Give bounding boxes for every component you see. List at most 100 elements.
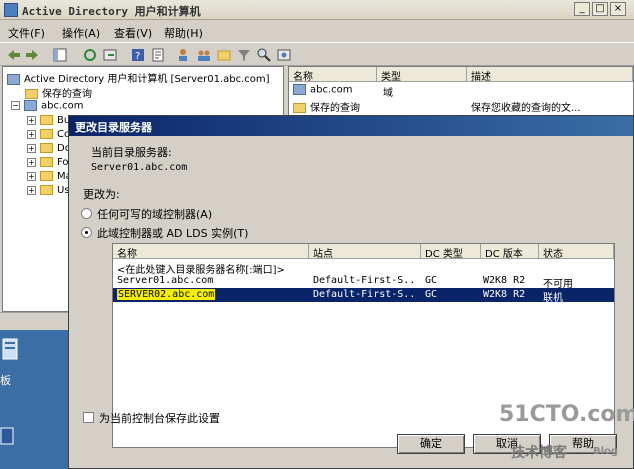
save-setting-checkbox[interactable] — [83, 412, 94, 423]
dc-site: Default-First-S... — [313, 289, 417, 300]
properties-icon[interactable] — [150, 47, 166, 63]
tree-item-domain-controllers[interactable]: + Do — [27, 143, 71, 157]
tree-item-label: 保存的查询 — [42, 89, 92, 100]
change-to-label: 更改为: — [83, 188, 120, 201]
export-icon[interactable] — [102, 47, 118, 63]
folder-icon — [40, 115, 53, 125]
close-button[interactable]: × — [610, 2, 626, 16]
list-item-name: 保存的查询 — [310, 103, 360, 114]
minimize-button[interactable]: _ — [574, 2, 590, 16]
book-icon[interactable] — [0, 426, 16, 446]
column-header-dc-type[interactable]: DC 类型 — [421, 244, 481, 260]
menu-help[interactable]: 帮助(H) — [164, 25, 203, 41]
dc-name: Server01.abc.com — [117, 275, 214, 286]
column-header-name[interactable]: 名称 — [289, 67, 377, 83]
aduc-app-icon — [4, 3, 18, 17]
column-header-status[interactable]: 状态 — [539, 244, 614, 260]
expand-icon[interactable]: + — [27, 157, 36, 167]
dc-row[interactable]: Server01.abc.com Default-First-S... GC W… — [113, 274, 614, 290]
radio-this-dc-label[interactable]: 此域控制器或 AD LDS 实例(T) — [97, 225, 248, 241]
window-title: Active Directory 用户和计算机 — [22, 5, 201, 18]
list-item[interactable]: 保存的查询 — [293, 99, 360, 114]
list-item-description: 保存您收藏的查询的文... — [471, 103, 581, 114]
tree-item-label: Fo — [57, 157, 69, 168]
collapse-icon[interactable]: − — [11, 101, 20, 110]
domain-icon — [293, 84, 306, 95]
aduc-root-icon — [7, 73, 20, 85]
tree-item-foreign[interactable]: + Fo — [27, 157, 69, 171]
toolbar: ? — [0, 42, 634, 66]
current-server-label: 当前目录服务器: — [91, 146, 172, 159]
tree-item-label: abc.com — [41, 100, 84, 112]
new-ou-icon[interactable] — [216, 47, 232, 63]
dc-type: GC — [425, 275, 438, 286]
column-header-name[interactable]: 名称 — [113, 244, 309, 260]
maximize-button[interactable]: □ — [592, 2, 608, 16]
radio-any-writable-dc-label[interactable]: 任何可写的域控制器(A) — [97, 206, 212, 222]
tree-item-builtin[interactable]: + Bu — [27, 115, 70, 129]
menu-view[interactable]: 查看(V) — [114, 25, 152, 41]
dc-name-highlight: SERVER02.abc.com — [117, 289, 216, 300]
list-item[interactable]: abc.com — [293, 84, 353, 96]
screen: Active Directory 用户和计算机 _ □ × 文件(F) 操作(A… — [0, 0, 634, 469]
dc-version: W2K8 R2 — [483, 289, 526, 300]
expand-icon[interactable]: + — [27, 115, 36, 125]
dc-name: SERVER02.abc.com — [117, 289, 216, 300]
expand-icon[interactable]: + — [27, 143, 36, 153]
dc-site: Default-First-S... — [313, 275, 417, 286]
watermark-site: 51CTO.com — [499, 402, 634, 427]
tree-item-managed[interactable]: + Ma — [27, 171, 72, 185]
menu-action[interactable]: 操作(A) — [62, 25, 100, 41]
find-icon[interactable] — [256, 47, 272, 63]
folder-icon — [40, 171, 53, 181]
new-user-icon[interactable] — [176, 47, 192, 63]
column-header-dc-version[interactable]: DC 版本 — [481, 244, 539, 260]
tree-root-label: Active Directory 用户和计算机 [Server01.abc.co… — [24, 74, 270, 85]
dc-row-placeholder[interactable]: <在此处键入目录服务器名称[:端口]> — [113, 260, 614, 276]
new-group-icon[interactable] — [196, 47, 212, 63]
folder-icon — [293, 103, 306, 113]
tree-item-users[interactable]: + Us — [27, 185, 70, 199]
filter-icon[interactable] — [236, 47, 252, 63]
radio-any-writable-dc[interactable] — [81, 208, 92, 219]
dc-type: GC — [425, 289, 438, 300]
column-header-site[interactable]: 站点 — [309, 244, 421, 260]
main-window-titlebar: Active Directory 用户和计算机 _ □ × — [0, 0, 634, 20]
domain-icon — [24, 100, 37, 111]
expand-icon[interactable]: + — [27, 185, 36, 195]
menu-file[interactable]: 文件(F) — [8, 25, 45, 41]
dc-version: W2K8 R2 — [483, 275, 526, 286]
save-setting-label[interactable]: 为当前控制台保存此设置 — [99, 410, 220, 426]
add-to-group-icon[interactable] — [276, 47, 292, 63]
server-manager-icon[interactable] — [2, 338, 18, 360]
dc-row-selected[interactable]: SERVER02.abc.com Default-First-S... GC W… — [113, 288, 614, 304]
watermark-blog-en: Blog — [593, 446, 619, 457]
dialog-title: 更改目录服务器 — [69, 116, 633, 136]
current-server-value: Server01.abc.com — [91, 162, 188, 173]
tree-item-computers[interactable]: + Co — [27, 129, 70, 143]
expand-icon[interactable]: + — [27, 129, 36, 139]
help-icon[interactable]: ? — [130, 47, 146, 63]
column-header-description[interactable]: 描述 — [467, 67, 633, 83]
ok-button[interactable]: 确定 — [397, 434, 465, 454]
column-header-type[interactable]: 类型 — [377, 67, 467, 83]
folder-icon — [40, 143, 53, 153]
refresh-icon[interactable] — [82, 47, 98, 63]
forward-arrow-icon[interactable] — [24, 47, 40, 63]
radio-this-dc[interactable] — [81, 227, 92, 238]
tree-item-saved-queries[interactable]: 保存的查询 — [25, 85, 92, 100]
back-arrow-icon[interactable] — [6, 47, 22, 63]
folder-icon — [40, 185, 53, 195]
console-tree-icon[interactable] — [52, 47, 68, 63]
folder-icon — [40, 129, 53, 139]
svg-text:?: ? — [135, 51, 140, 62]
change-directory-server-dialog: 更改目录服务器 当前目录服务器: Server01.abc.com 更改为: 任… — [68, 115, 634, 469]
tree-item-domain[interactable]: − abc.com — [11, 100, 84, 114]
list-item-name: abc.com — [310, 84, 353, 96]
expand-icon[interactable]: + — [27, 171, 36, 181]
folder-icon — [25, 89, 38, 99]
tree-root[interactable]: Active Directory 用户和计算机 [Server01.abc.co… — [7, 70, 270, 85]
status-bar — [0, 312, 70, 330]
watermark-blog: 技术博客 — [511, 445, 567, 461]
details-list: 名称 类型 描述 abc.com 域 保存的查询 保存您收藏的查询的文... — [288, 66, 634, 116]
